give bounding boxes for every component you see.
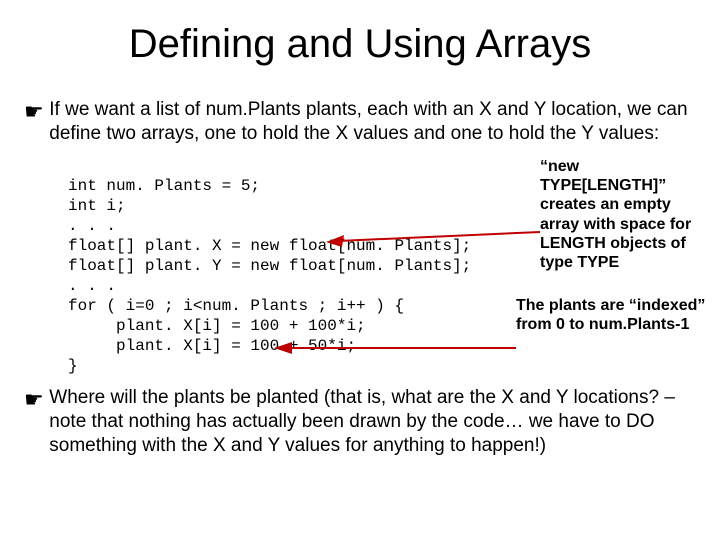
bullet-icon: ☛ <box>24 98 44 126</box>
slide: Defining and Using Arrays ☛ If we want a… <box>0 0 720 540</box>
slide-title: Defining and Using Arrays <box>0 22 720 67</box>
bullet-1: ☛ If we want a list of num.Plants plants… <box>24 98 696 146</box>
bullet-icon: ☛ <box>24 386 44 414</box>
bullet-1-text: If we want a list of num.Plants plants, … <box>49 98 691 146</box>
annotation-new-type: “new TYPE[LENGTH]” creates an empty arra… <box>540 157 700 272</box>
bullet-2: ☛ Where will the plants be planted (that… <box>24 386 696 457</box>
bullet-2-text: Where will the plants be planted (that i… <box>49 386 691 457</box>
code-block: int num. Plants = 5; int i; . . . float[… <box>68 176 471 376</box>
annotation-indexed: The plants are “indexed” from 0 to num.P… <box>516 296 706 334</box>
